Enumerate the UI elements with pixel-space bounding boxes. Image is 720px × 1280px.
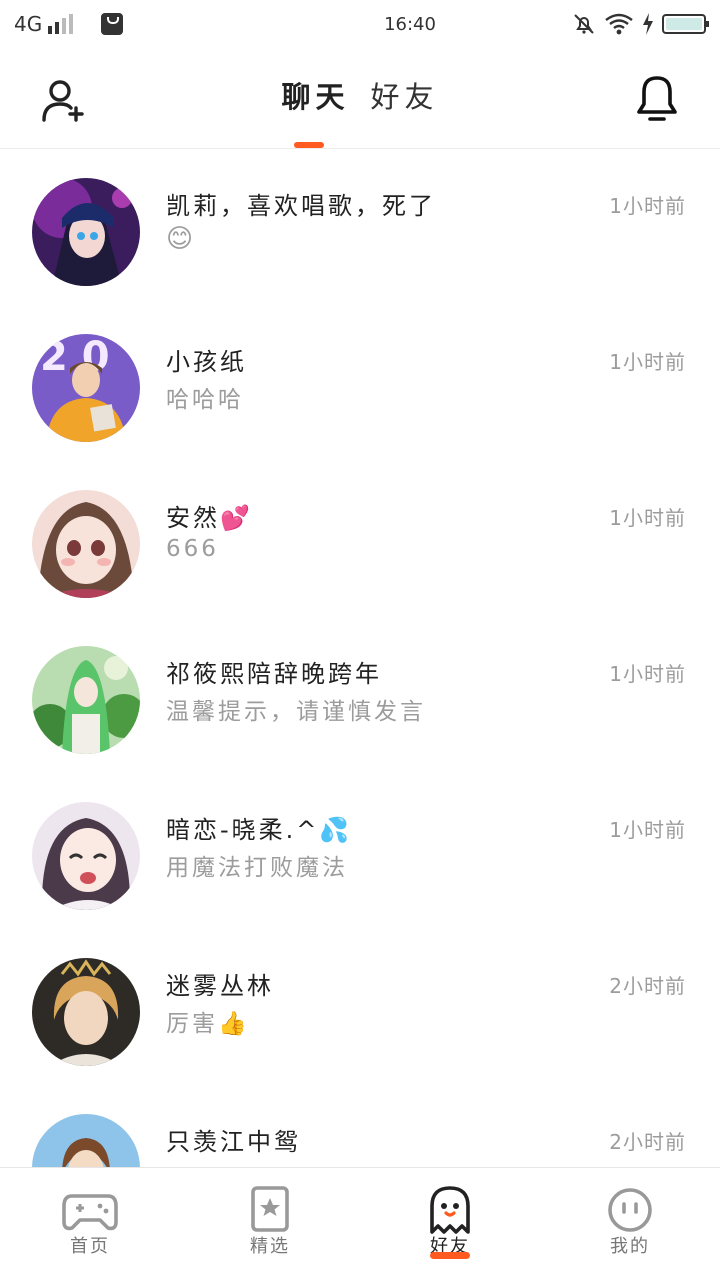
avatar[interactable]: 2 0 [32, 334, 140, 442]
chat-message: 666 [166, 536, 219, 562]
tab-friends[interactable]: 好友 [371, 74, 439, 116]
chat-name: 小孩纸 [166, 348, 247, 376]
chat-message: 哈哈哈 [166, 387, 244, 413]
avatar[interactable] [32, 802, 140, 910]
nav-home[interactable]: 首页 [0, 1168, 180, 1280]
chat-item[interactable]: 迷雾丛林 厉害👍 2小时前 [0, 930, 720, 1086]
nav-friends[interactable]: 好友 [360, 1168, 540, 1280]
chat-time: 1小时前 [609, 662, 686, 686]
chat-time: 1小时前 [609, 194, 686, 218]
avatar[interactable] [32, 490, 140, 598]
status-time: 16:40 [384, 13, 436, 35]
avatar[interactable] [32, 1114, 140, 1167]
chat-item[interactable]: 只羡江中鸳 2小时前 [0, 1086, 720, 1167]
avatar[interactable] [32, 646, 140, 754]
header-tabs: 聊天 好友 [0, 74, 720, 116]
gamepad-icon [62, 1194, 118, 1231]
chat-item[interactable]: 2 0 小孩纸 哈哈哈 1小时前 [0, 306, 720, 462]
active-nav-indicator [430, 1252, 470, 1259]
chat-message: 用魔法打败魔法 [166, 855, 348, 881]
status-bar: 4G 16:40 [0, 0, 720, 48]
top-header: 聊天 好友 [0, 48, 720, 149]
chat-time: 1小时前 [609, 818, 686, 842]
chat-name: 迷雾丛林 [166, 972, 274, 1000]
nav-featured[interactable]: 精选 [180, 1168, 360, 1280]
chat-time: 2小时前 [609, 1130, 686, 1154]
chat-name: 祁筱熙陪辞晚跨年 [166, 660, 382, 688]
chat-time: 1小时前 [609, 350, 686, 374]
active-tab-indicator [294, 142, 324, 148]
chat-item[interactable]: 祁筱熙陪辞晚跨年 温馨提示，请谨慎发言 1小时前 [0, 618, 720, 774]
face-icon [608, 1188, 652, 1232]
nav-label: 首页 [70, 1236, 110, 1257]
status-left: 4G [14, 12, 274, 36]
shopping-bag-icon [101, 13, 124, 35]
chat-name: 只羡江中鸳 [166, 1128, 301, 1156]
network-type: 4G [14, 12, 43, 36]
chat-name: 暗恋-晓柔.^💦 [166, 816, 353, 844]
avatar[interactable] [32, 958, 140, 1066]
chat-name: 凯莉，喜欢唱歌，死了 [166, 192, 436, 220]
ghost-icon [430, 1186, 470, 1234]
nav-label: 精选 [250, 1236, 290, 1257]
signal-icon [48, 14, 74, 34]
nav-label: 我的 [610, 1236, 650, 1257]
nav-profile[interactable]: 我的 [540, 1168, 720, 1280]
chat-list[interactable]: 凯莉，喜欢唱歌，死了 😊 1小时前 2 0 小孩纸 哈哈哈 1小时前 安然💕 6… [0, 150, 720, 1167]
tab-chat[interactable]: 聊天 [281, 74, 349, 116]
chat-message: 厉害👍 [166, 1011, 250, 1037]
chat-message: 温馨提示，请谨慎发言 [166, 699, 426, 725]
battery-icon [662, 14, 709, 34]
chat-message: 😊 [166, 224, 197, 254]
chat-item[interactable]: 凯莉，喜欢唱歌，死了 😊 1小时前 [0, 150, 720, 306]
star-book-icon [251, 1186, 289, 1232]
chat-name: 安然💕 [166, 504, 253, 532]
chat-time: 1小时前 [609, 506, 686, 530]
charging-icon [643, 13, 653, 35]
mute-bell-icon [574, 14, 594, 34]
chat-item[interactable]: 安然💕 666 1小时前 [0, 462, 720, 618]
status-right [572, 12, 709, 36]
chat-item[interactable]: 暗恋-晓柔.^💦 用魔法打败魔法 1小时前 [0, 774, 720, 930]
avatar[interactable] [32, 178, 140, 286]
bell-icon[interactable] [636, 74, 678, 122]
wifi-icon [605, 13, 633, 35]
chat-time: 2小时前 [609, 974, 686, 998]
bottom-nav: 首页 精选 好友 我的 [0, 1167, 720, 1280]
